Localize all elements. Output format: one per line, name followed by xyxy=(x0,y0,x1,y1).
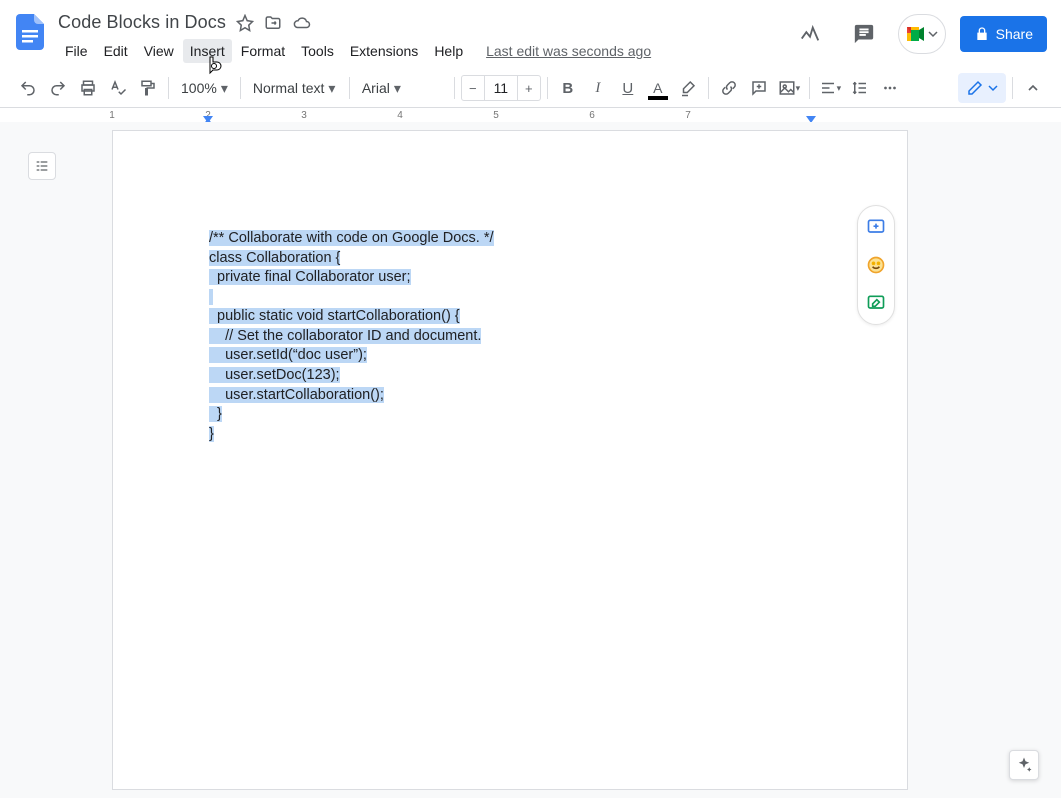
meet-button[interactable] xyxy=(898,14,946,54)
menu-format[interactable]: Format xyxy=(234,39,292,63)
font-size-increase[interactable]: + xyxy=(517,75,541,101)
editing-mode-button[interactable] xyxy=(958,73,1006,103)
header-right: Share xyxy=(790,8,1051,54)
explore-button[interactable] xyxy=(1009,750,1039,780)
spellcheck-icon[interactable] xyxy=(104,74,132,102)
add-comment-icon[interactable] xyxy=(745,74,773,102)
pencil-icon xyxy=(966,79,984,97)
comment-rail xyxy=(857,205,895,325)
menu-view[interactable]: View xyxy=(137,39,181,63)
code-line[interactable]: } xyxy=(209,425,494,445)
code-line[interactable]: /** Collaborate with code on Google Docs… xyxy=(209,229,494,249)
move-folder-icon[interactable] xyxy=(264,14,282,32)
paint-format-icon[interactable] xyxy=(134,74,162,102)
document-text[interactable]: /** Collaborate with code on Google Docs… xyxy=(209,229,494,444)
redo-icon[interactable] xyxy=(44,74,72,102)
hide-menus-icon[interactable] xyxy=(1019,74,1047,102)
align-icon[interactable]: ▾ xyxy=(816,74,844,102)
ruler-number: 5 xyxy=(493,110,499,121)
menu-file[interactable]: File xyxy=(58,39,95,63)
highlight-color-icon[interactable] xyxy=(674,74,702,102)
menu-help[interactable]: Help xyxy=(427,39,470,63)
line-spacing-icon[interactable] xyxy=(846,74,874,102)
chevron-down-icon: ▾ xyxy=(221,80,228,97)
code-line[interactable]: private final Collaborator user; xyxy=(209,268,494,288)
menubar: File Edit View Insert Format Tools Exten… xyxy=(58,33,790,63)
lock-icon xyxy=(974,26,990,42)
chevron-down-icon: ▾ xyxy=(328,80,335,97)
ruler-number: 4 xyxy=(397,110,403,121)
document-title[interactable]: Code Blocks in Docs xyxy=(58,12,226,33)
menu-tools[interactable]: Tools xyxy=(294,39,341,63)
document-page[interactable]: /** Collaborate with code on Google Docs… xyxy=(112,130,908,790)
menu-edit[interactable]: Edit xyxy=(97,39,135,63)
ruler-number: 6 xyxy=(589,110,595,121)
code-line[interactable]: public static void startCollaboration() … xyxy=(209,307,494,327)
font-family-select[interactable]: Arial▾ xyxy=(356,74,448,102)
bold-icon[interactable]: B xyxy=(554,74,582,102)
code-line[interactable]: user.setId(“doc user”); xyxy=(209,346,494,366)
title-area: Code Blocks in Docs File Edit View Inser… xyxy=(58,8,790,63)
underline-icon[interactable]: U xyxy=(614,74,642,102)
insert-image-icon[interactable]: ▾ xyxy=(775,74,803,102)
meet-icon xyxy=(906,24,926,44)
docs-app-icon[interactable] xyxy=(10,8,50,56)
chevron-down-icon: ▾ xyxy=(394,80,401,97)
ruler-number: 1 xyxy=(109,110,115,121)
document-canvas: /** Collaborate with code on Google Docs… xyxy=(0,122,1061,798)
activity-dashboard-icon[interactable] xyxy=(790,14,830,54)
code-line[interactable]: } xyxy=(209,405,494,425)
share-button[interactable]: Share xyxy=(960,16,1047,52)
font-size-group: − 11 + xyxy=(461,75,541,101)
font-size-decrease[interactable]: − xyxy=(461,75,485,101)
comment-history-icon[interactable] xyxy=(844,14,884,54)
zoom-select[interactable]: 100%▾ xyxy=(175,74,234,102)
italic-icon[interactable]: I xyxy=(584,74,612,102)
code-line[interactable]: user.setDoc(123); xyxy=(209,366,494,386)
add-comment-rail-icon[interactable] xyxy=(865,216,887,238)
chevron-down-icon xyxy=(928,29,938,39)
font-size-input[interactable]: 11 xyxy=(485,75,517,101)
ruler-number: 7 xyxy=(685,110,691,121)
add-emoji-rail-icon[interactable] xyxy=(865,254,887,276)
header: Code Blocks in Docs File Edit View Inser… xyxy=(0,0,1061,63)
toolbar: 100%▾ Normal text▾ Arial▾ − 11 + B I U A… xyxy=(0,69,1061,108)
code-line[interactable] xyxy=(209,288,494,308)
undo-icon[interactable] xyxy=(14,74,42,102)
document-outline-icon[interactable] xyxy=(28,152,56,180)
code-line[interactable]: user.startCollaboration(); xyxy=(209,386,494,406)
cloud-status-icon[interactable] xyxy=(292,14,312,32)
ruler-number: 3 xyxy=(301,110,307,121)
last-edit-link[interactable]: Last edit was seconds ago xyxy=(486,39,651,63)
chevron-down-icon xyxy=(988,83,998,93)
code-line[interactable]: // Set the collaborator ID and document. xyxy=(209,327,494,347)
menu-extensions[interactable]: Extensions xyxy=(343,39,425,63)
share-label: Share xyxy=(996,26,1033,42)
text-color-icon[interactable]: A xyxy=(644,74,672,102)
print-icon[interactable] xyxy=(74,74,102,102)
code-line[interactable]: class Collaboration { xyxy=(209,249,494,269)
menu-insert[interactable]: Insert xyxy=(183,39,232,63)
more-icon[interactable] xyxy=(876,74,904,102)
star-icon[interactable] xyxy=(236,14,254,32)
suggest-edits-rail-icon[interactable] xyxy=(865,292,887,314)
paragraph-style-select[interactable]: Normal text▾ xyxy=(247,74,343,102)
insert-link-icon[interactable] xyxy=(715,74,743,102)
